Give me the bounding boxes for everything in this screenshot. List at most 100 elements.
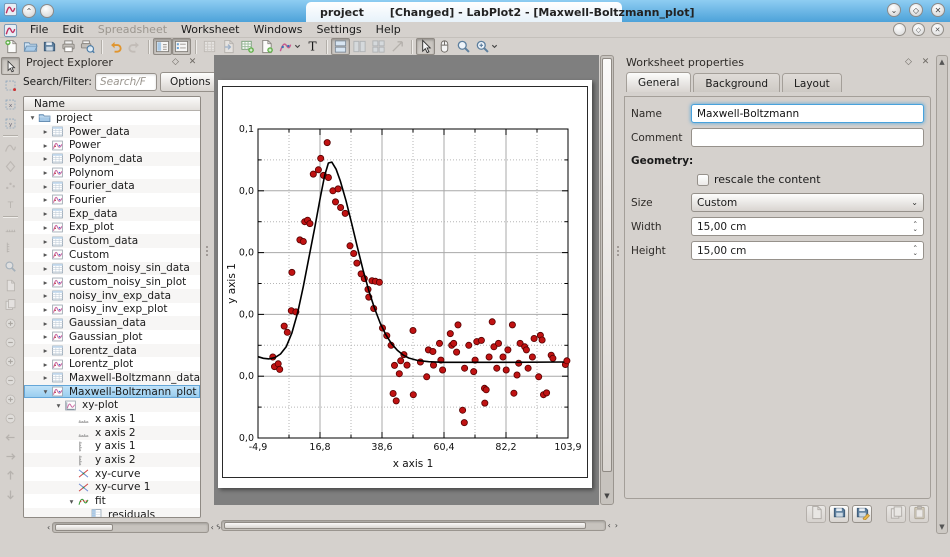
float-panel-icon[interactable]: ◇ xyxy=(170,57,181,67)
expander-icon[interactable]: ▸ xyxy=(40,195,51,204)
scroll-down-icon[interactable]: ▼ xyxy=(601,492,613,500)
menu-edit[interactable]: Edit xyxy=(55,22,90,38)
expander-icon[interactable]: ▸ xyxy=(40,182,51,191)
expander-icon[interactable]: ▸ xyxy=(40,332,51,341)
float-panel-icon[interactable]: ◇ xyxy=(903,57,914,67)
tree-item[interactable]: ▾xy-plot xyxy=(24,398,200,412)
redo-button[interactable] xyxy=(125,38,144,55)
shade-button[interactable]: ⌃ xyxy=(22,4,36,18)
select-mode-button[interactable] xyxy=(416,38,435,55)
minimize-button[interactable]: ⌄ xyxy=(887,3,901,17)
tree-item[interactable]: ▸Gaussian_plot xyxy=(24,330,200,344)
new-spreadsheet-button[interactable] xyxy=(200,38,219,55)
expander-icon[interactable]: ▸ xyxy=(40,305,51,314)
template-save-default-button[interactable] xyxy=(852,505,872,523)
expander-icon[interactable]: ▸ xyxy=(40,264,51,273)
menu-settings[interactable]: Settings xyxy=(310,22,369,38)
splitter-handle[interactable] xyxy=(615,240,620,262)
tree-item[interactable]: x axis 2 xyxy=(24,426,200,440)
close-button[interactable]: ✕ xyxy=(931,3,945,17)
expander-icon[interactable]: ▾ xyxy=(40,387,51,396)
break-layout-button[interactable] xyxy=(388,38,407,55)
splitter-handle[interactable] xyxy=(204,240,209,262)
horizontal-layout-button[interactable] xyxy=(350,38,369,55)
save-project-button[interactable] xyxy=(40,38,59,55)
toggle-project-explorer-button[interactable] xyxy=(153,38,172,55)
zoom-out-x-button[interactable] xyxy=(1,333,20,351)
mdi-close-button[interactable]: ✕ xyxy=(931,23,944,36)
close-panel-icon[interactable]: ✕ xyxy=(187,57,198,67)
width-spinbox[interactable]: 15,00 cm ⌃⌄ xyxy=(691,217,924,236)
maximize-button[interactable]: ◇ xyxy=(909,3,923,17)
comment-field[interactable] xyxy=(691,128,924,147)
zoom-in-x-button[interactable] xyxy=(1,314,20,332)
expander-icon[interactable]: ▸ xyxy=(40,127,51,136)
tree-item[interactable]: y axis 1 xyxy=(24,440,200,454)
zoom-mode-button[interactable] xyxy=(473,38,500,55)
magnify-tool-button[interactable] xyxy=(1,257,20,275)
shift-right-x-button[interactable] xyxy=(1,447,20,465)
tab-general[interactable]: General xyxy=(626,72,691,92)
scroll-down-icon[interactable]: ▼ xyxy=(937,523,947,531)
tree-item[interactable]: ▸Power xyxy=(24,138,200,152)
expander-icon[interactable]: ▾ xyxy=(53,401,64,410)
expander-icon[interactable]: ▾ xyxy=(66,497,77,506)
tree-item[interactable]: ▾Maxwell-Boltzmann_plot xyxy=(24,385,200,399)
expander-icon[interactable]: ▸ xyxy=(40,168,51,177)
add-plot-button[interactable] xyxy=(238,38,257,55)
options-button[interactable]: Options xyxy=(160,72,221,92)
expander-icon[interactable]: ▸ xyxy=(40,373,51,382)
expander-icon[interactable]: ▸ xyxy=(40,360,51,369)
expander-icon[interactable]: ▸ xyxy=(40,209,51,218)
tree-item[interactable]: ▸custom_noisy_sin_data xyxy=(24,262,200,276)
vertical-layout-button[interactable] xyxy=(331,38,350,55)
tree-item[interactable]: y axis 2 xyxy=(24,453,200,467)
print-button[interactable] xyxy=(59,38,78,55)
add-text-tool-button[interactable]: T xyxy=(1,195,20,213)
tree-item[interactable]: ▸Fourier_data xyxy=(24,179,200,193)
expander-icon[interactable]: ▸ xyxy=(40,291,51,300)
import-data-button[interactable] xyxy=(219,38,238,55)
zoom-out-button[interactable] xyxy=(1,409,20,427)
scroll-right-icon[interactable]: › xyxy=(613,521,620,530)
add-curve-button[interactable] xyxy=(276,38,303,55)
menu-spreadsheet[interactable]: Spreadsheet xyxy=(91,22,174,38)
rescale-checkbox[interactable] xyxy=(697,174,709,186)
spin-arrows-icon[interactable]: ⌃⌄ xyxy=(913,222,918,231)
new-project-button[interactable] xyxy=(2,38,21,55)
zoom-y-selection-button[interactable]: y xyxy=(1,114,20,132)
print-preview-button[interactable] xyxy=(78,38,97,55)
tree-item[interactable]: ▸Gaussian_data xyxy=(24,316,200,330)
menu-help[interactable]: Help xyxy=(369,22,408,38)
copy-properties-button[interactable] xyxy=(886,505,906,523)
expander-icon[interactable]: ▸ xyxy=(40,223,51,232)
zoom-in-y-button[interactable] xyxy=(1,352,20,370)
pin-button[interactable] xyxy=(40,4,54,18)
tree-item[interactable]: residuals xyxy=(24,508,200,518)
worksheet-hscrollbar[interactable]: ‹ ‹ › xyxy=(214,519,620,532)
tree-item[interactable]: ▸Maxwell-Boltzmann_data xyxy=(24,371,200,385)
shift-up-y-button[interactable] xyxy=(1,466,20,484)
tree-item[interactable]: xy-curve xyxy=(24,467,200,481)
tree-item[interactable]: ▸Custom xyxy=(24,248,200,262)
zoom-select-mode-button[interactable] xyxy=(454,38,473,55)
toggle-properties-explorer-button[interactable] xyxy=(172,38,191,55)
menu-file[interactable]: File xyxy=(23,22,55,38)
zoom-x-selection-button[interactable]: x xyxy=(1,95,20,113)
tree-item[interactable]: ▸Custom_data xyxy=(24,234,200,248)
height-spinbox[interactable]: 15,00 cm ⌃⌄ xyxy=(691,241,924,260)
zoom-out-y-button[interactable] xyxy=(1,371,20,389)
close-panel-icon[interactable]: ✕ xyxy=(920,57,931,67)
undo-button[interactable] xyxy=(106,38,125,55)
add-marker-tool-button[interactable] xyxy=(1,157,20,175)
add-x-axis-tool-button[interactable] xyxy=(1,219,20,237)
navigate-mode-button[interactable] xyxy=(435,38,454,55)
scroll-left-icon[interactable]: ‹ xyxy=(606,521,613,530)
grid-layout-button[interactable] xyxy=(369,38,388,55)
tree-item[interactable]: ▸Lorentz_data xyxy=(24,344,200,358)
worksheet-vscrollbar[interactable]: ▼ xyxy=(600,55,614,505)
chevron-down-icon[interactable] xyxy=(491,43,498,50)
tree-item[interactable]: ▸Polynom xyxy=(24,166,200,180)
scroll-up-icon[interactable]: ▲ xyxy=(937,58,947,66)
maxwell-boltzmann-plot[interactable]: -4,916,838,660,482,2103,90,10,00,00,00,0… xyxy=(218,80,592,488)
